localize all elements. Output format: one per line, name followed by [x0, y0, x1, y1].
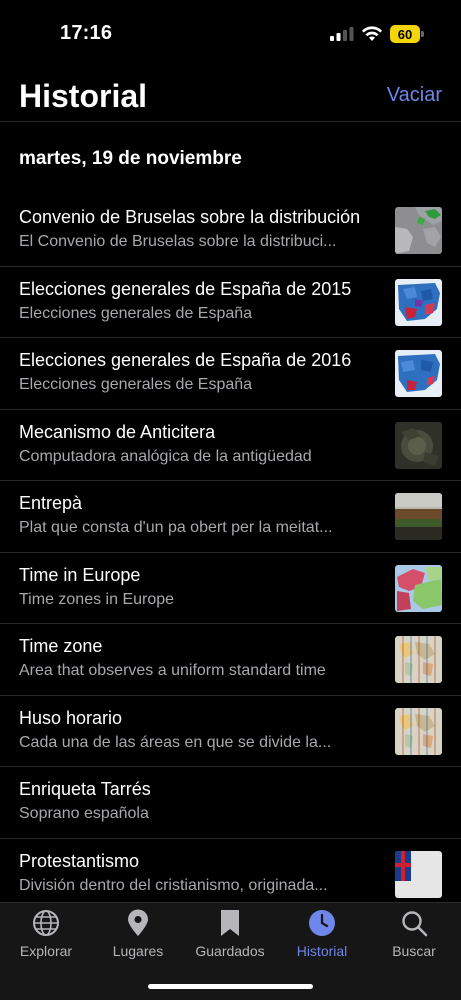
page-title: Historial: [19, 78, 148, 114]
tab-label: Historial: [296, 943, 348, 959]
item-description: Plat que consta d'un pa obert per la mei…: [19, 519, 333, 536]
status-time: 17:16: [60, 22, 113, 44]
tab-guardados[interactable]: Guardados: [184, 909, 276, 969]
item-description: Area that observes a uniform standard ti…: [19, 662, 326, 679]
home-indicator[interactable]: [148, 984, 313, 989]
item-description: Cada una de las áreas en que se divide l…: [19, 733, 332, 751]
item-title: Huso horario: [19, 707, 123, 728]
history-item[interactable]: Time zone Area that observes a uniform s…: [0, 624, 461, 696]
history-list: Convenio de Bruselas sobre la distribuci…: [0, 195, 461, 910]
battery-level: 60: [390, 25, 420, 43]
search-icon: [402, 911, 428, 937]
history-item[interactable]: Protestantismo División dentro del crist…: [0, 839, 461, 911]
cellular-signal-icon: [330, 27, 354, 41]
item-description: Elecciones generales de España: [19, 304, 253, 322]
tab-historial[interactable]: Historial: [276, 909, 368, 969]
item-title: Time zone: [19, 636, 103, 656]
history-item[interactable]: Convenio de Bruselas sobre la distribuci…: [0, 195, 461, 267]
election-map-thumbnail: [395, 350, 442, 397]
bookmark-icon: [221, 910, 239, 936]
tab-buscar[interactable]: Buscar: [368, 909, 460, 969]
item-title: Convenio de Bruselas sobre la distribuci…: [19, 207, 361, 227]
item-description: Computadora analógica de la antigüedad: [19, 447, 312, 465]
item-title: Enriqueta Tarrés: [19, 779, 151, 799]
item-description: Time zones in Europe: [19, 590, 175, 608]
tab-lugares[interactable]: Lugares: [92, 909, 184, 969]
date-section-header: martes, 19 de noviembre: [19, 148, 242, 169]
map-pin-icon: [128, 909, 148, 936]
item-description: Elecciones generales de España: [19, 376, 253, 393]
status-bar: 17:16 60: [0, 0, 461, 70]
item-title: Elecciones generales de España de 2015: [19, 278, 352, 299]
history-item[interactable]: Elecciones generales de España de 2016 E…: [0, 338, 461, 410]
tab-explorar[interactable]: Explorar: [0, 909, 92, 969]
tab-label: Explorar: [19, 943, 73, 959]
artifact-thumbnail: [395, 421, 442, 469]
item-title: Entrepà: [19, 493, 83, 513]
history-item[interactable]: Enriqueta Tarrés Soprano española: [0, 767, 461, 839]
tab-label: Lugares: [112, 943, 164, 959]
history-item[interactable]: Elecciones generales de España de 2015 E…: [0, 267, 461, 338]
item-title: Mecanismo de Anticitera: [19, 421, 216, 442]
item-description: División dentro del cristianismo, origin…: [19, 876, 328, 894]
clear-history-button[interactable]: Vaciar: [387, 84, 442, 107]
item-title: Protestantismo: [19, 850, 140, 871]
flag-thumbnail: [395, 850, 442, 898]
history-item[interactable]: Mecanismo de Anticitera Computadora anal…: [0, 410, 461, 481]
tab-label: Guardados: [195, 943, 265, 959]
election-map-thumbnail: [395, 278, 442, 326]
sandwich-thumbnail: [395, 493, 442, 540]
header: Historial Vaciar: [0, 70, 461, 122]
item-title: Elecciones generales de España de 2016: [19, 350, 352, 370]
world-map-thumbnail: [395, 636, 442, 683]
map-thumbnail: [395, 207, 442, 254]
history-item[interactable]: Huso horario Cada una de las áreas en qu…: [0, 696, 461, 767]
globe-icon: [33, 910, 59, 936]
clock-icon: [309, 910, 335, 936]
battery-icon: 60: [390, 25, 424, 43]
world-map-thumbnail: [395, 707, 442, 755]
item-title: Time in Europe: [19, 564, 141, 585]
history-item[interactable]: Time in Europe Time zones in Europe: [0, 553, 461, 624]
item-description: Soprano española: [19, 805, 149, 822]
history-item[interactable]: Entrepà Plat que consta d'un pa obert pe…: [0, 481, 461, 553]
europe-map-thumbnail: [395, 564, 442, 612]
tab-label: Buscar: [392, 943, 436, 959]
item-description: El Convenio de Bruselas sobre la distrib…: [19, 233, 337, 250]
wifi-icon: [362, 26, 382, 41]
